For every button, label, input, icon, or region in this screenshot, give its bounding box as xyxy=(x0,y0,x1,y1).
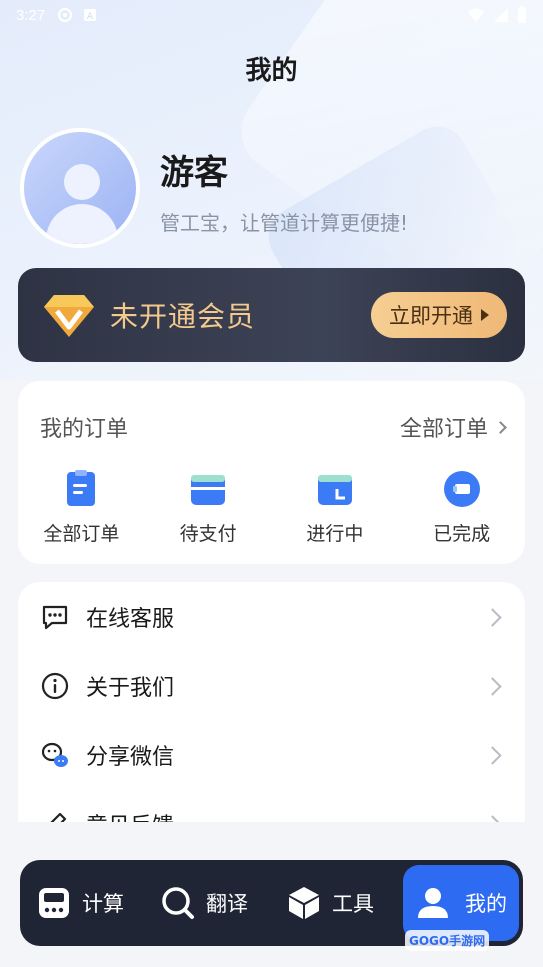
app-notification-icon: A xyxy=(84,9,97,22)
in-progress-icon xyxy=(317,475,352,505)
wifi-icon xyxy=(468,8,484,22)
order-all-label: 全部订单 xyxy=(43,523,120,545)
status-time: 3:27 xyxy=(16,6,46,24)
completed-icon xyxy=(443,471,480,507)
search-icon xyxy=(162,887,194,919)
menu-about-us-label: 关于我们 xyxy=(86,676,175,701)
menu-feedback[interactable]: 意见反馈 xyxy=(18,791,525,822)
feedback-pencil-icon xyxy=(50,812,67,822)
chevron-right-icon xyxy=(483,676,502,696)
tab-calculate[interactable]: 计算 xyxy=(36,868,160,938)
view-all-orders-label: 全部订单 xyxy=(399,417,488,442)
watermark-logo: GOGO手游网 xyxy=(405,930,490,951)
tab-tools[interactable]: 工具 xyxy=(286,868,402,938)
user-name[interactable]: 游客 xyxy=(160,145,228,194)
menu-share-wechat[interactable]: 分享微信 xyxy=(18,722,525,788)
vip-status-text: 未开通会员 xyxy=(110,300,256,333)
view-all-orders-link[interactable]: 全部订单 xyxy=(399,411,507,443)
signal-icon xyxy=(494,8,508,22)
vip-card[interactable]: 未开通会员 立即开通 xyxy=(18,268,525,362)
user-icon xyxy=(418,888,448,918)
menu-share-wechat-label: 分享微信 xyxy=(86,745,175,770)
order-pending-label: 待支付 xyxy=(179,523,237,545)
order-in-progress-label: 进行中 xyxy=(306,523,364,545)
all-orders-icon xyxy=(67,470,96,506)
tab-translate[interactable]: 翻译 xyxy=(160,868,286,938)
menu-about-us[interactable]: 关于我们 xyxy=(18,653,525,719)
user-slogan: 管工宝，让管道计算更便捷! xyxy=(160,211,409,235)
orders-title: 我的订单 xyxy=(40,417,129,442)
orders-card: 我的订单 全部订单 全部订单 待支付 进行中 已完成 xyxy=(18,381,525,564)
chevron-right-icon xyxy=(483,607,502,627)
tab-mine-label: 我的 xyxy=(465,892,507,916)
menu-list: 在线客服 关于我们 分享微信 意见反馈 xyxy=(18,582,525,822)
svg-text:A: A xyxy=(87,12,94,22)
play-arrow-icon xyxy=(481,309,489,321)
chat-bubble-icon xyxy=(42,605,68,630)
vip-diamond-icon xyxy=(44,295,94,337)
wechat-icon xyxy=(41,742,68,767)
page-title: 我的 xyxy=(245,56,298,86)
chevron-right-icon xyxy=(494,420,507,434)
info-icon xyxy=(41,672,69,700)
avatar[interactable] xyxy=(20,128,140,248)
wallet-icon xyxy=(191,475,226,505)
chevron-right-icon xyxy=(483,814,502,822)
box-icon xyxy=(289,887,319,919)
notification-icon xyxy=(58,8,73,22)
order-all[interactable]: 全部订单 xyxy=(18,469,145,546)
tab-tools-label: 工具 xyxy=(332,892,374,916)
battery-icon xyxy=(518,6,526,23)
status-bar: 3:27 A xyxy=(0,0,543,30)
order-in-progress[interactable]: 进行中 xyxy=(272,469,399,546)
order-pending-payment[interactable]: 待支付 xyxy=(145,469,272,546)
order-completed[interactable]: 已完成 xyxy=(398,469,525,546)
activate-vip-label: 立即开通 xyxy=(389,304,473,328)
calculator-icon xyxy=(39,888,69,918)
order-completed-label: 已完成 xyxy=(433,523,491,545)
activate-vip-button[interactable]: 立即开通 xyxy=(371,292,507,338)
tab-translate-label: 翻译 xyxy=(206,892,248,916)
menu-feedback-label: 意见反馈 xyxy=(86,808,174,822)
menu-online-service-label: 在线客服 xyxy=(86,607,175,632)
chevron-right-icon xyxy=(483,745,502,765)
menu-online-service[interactable]: 在线客服 xyxy=(18,584,525,650)
tab-calculate-label: 计算 xyxy=(82,892,124,916)
